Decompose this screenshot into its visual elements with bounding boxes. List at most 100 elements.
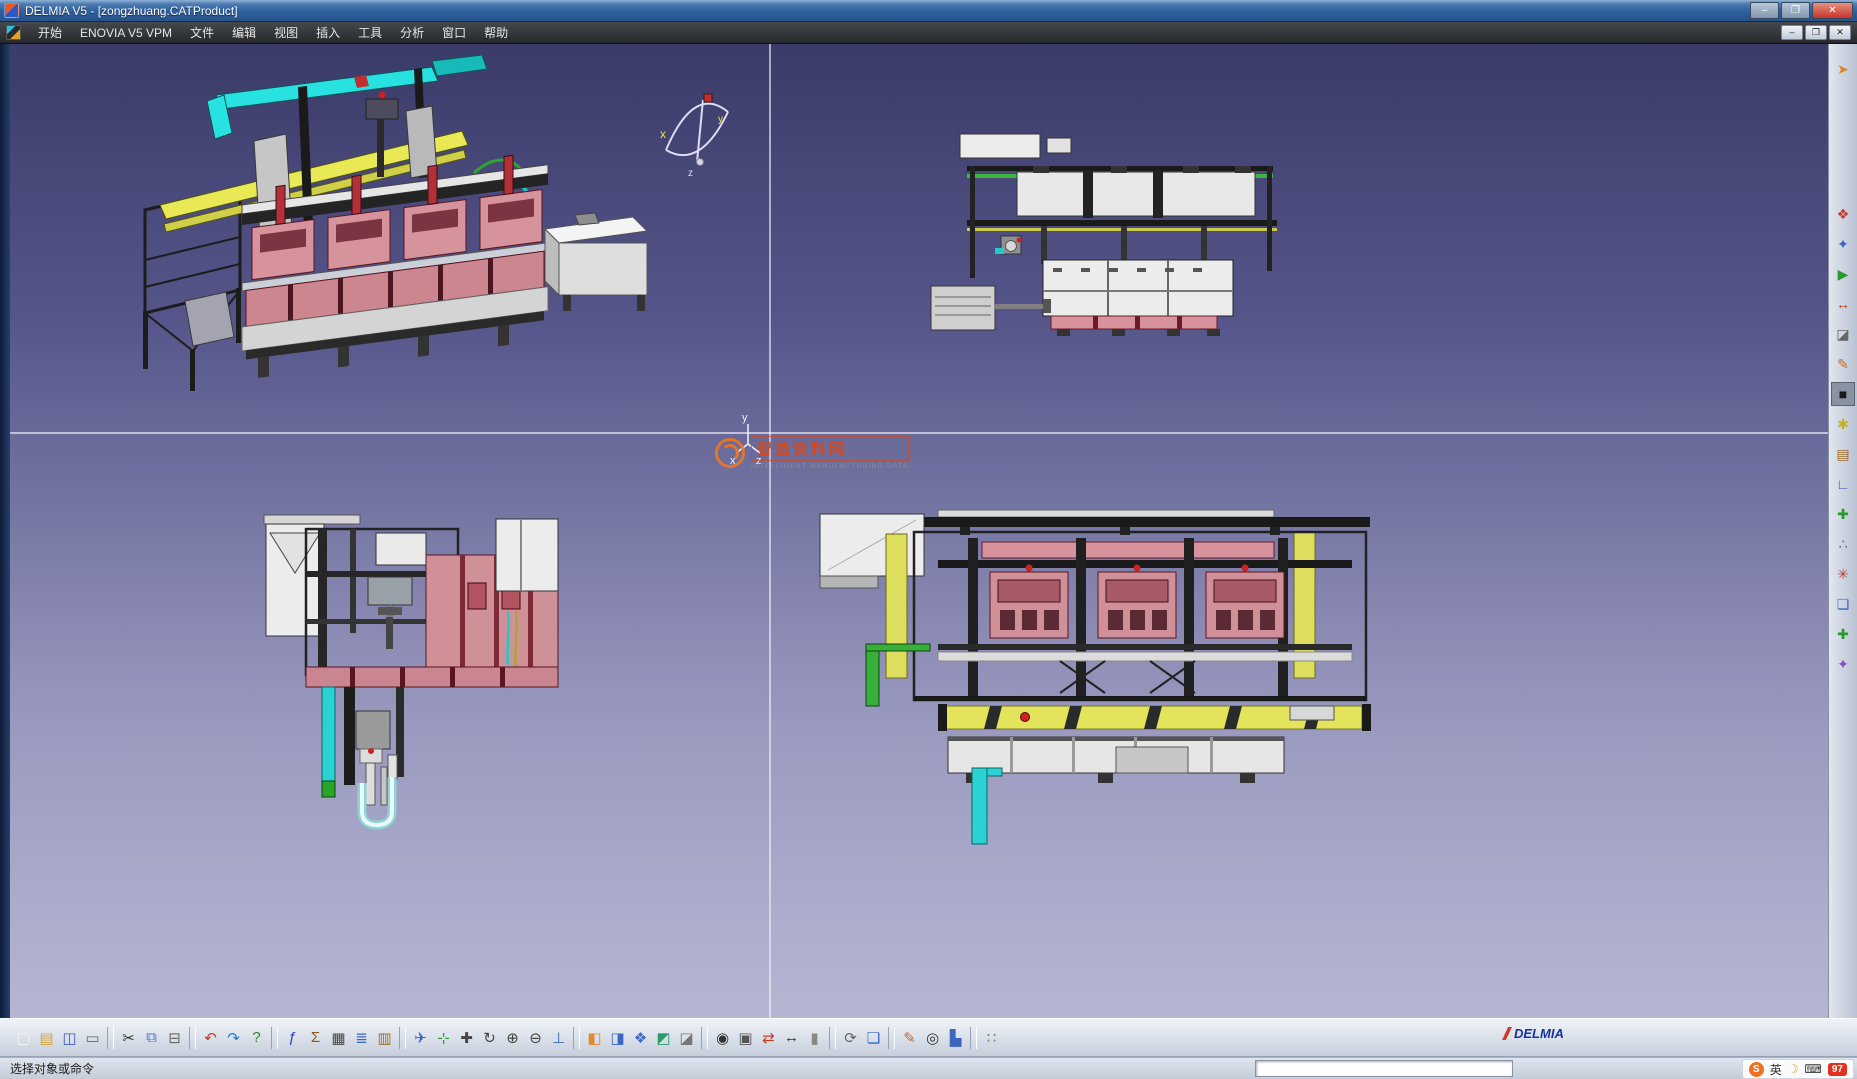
constraint-tool[interactable]: ∟ [1831, 472, 1855, 496]
measure-button[interactable]: ↔ [780, 1025, 803, 1051]
snap-tool[interactable]: ∴ [1831, 532, 1855, 556]
print-button[interactable]: ▭ [81, 1025, 104, 1051]
menu-item-tools[interactable]: 工具 [349, 21, 391, 44]
clash-tool[interactable]: ✱ [1831, 412, 1855, 436]
swap-visible-button[interactable]: ⇄ [757, 1025, 780, 1051]
document-close-button[interactable]: ✕ [1829, 25, 1851, 40]
catalog-tool[interactable]: ▤ [1831, 442, 1855, 466]
render-style-button[interactable]: ◩ [652, 1025, 675, 1051]
rotate-button[interactable]: ↻ [478, 1025, 501, 1051]
open-folder-button[interactable]: ▤ [35, 1025, 58, 1051]
svg-text:x: x [660, 127, 666, 141]
toolbar-separator [573, 1027, 580, 1049]
view-isometric[interactable] [143, 55, 647, 391]
ime-keyboard-icon[interactable]: ⌨ [1805, 1062, 1822, 1076]
delmia-logo: DELMIA [1502, 1026, 1564, 1041]
window-close-button[interactable]: ✕ [1812, 2, 1853, 19]
view-front-elevation[interactable] [820, 510, 1371, 844]
workbench-icon[interactable]: ❖ [1831, 202, 1855, 226]
layer-filter-button[interactable]: ❏ [862, 1025, 885, 1051]
right-toolbar: ➤ ❖ ✦ ▶ ↔ ◪ ✎ ■ ✱ ▤ ∟ ✚ ∴ ✳ ❏ ✚ ✦ [1828, 44, 1857, 1018]
isometric-view-button[interactable]: ◧ [583, 1025, 606, 1051]
move-tool[interactable]: ✚ [1831, 502, 1855, 526]
watermark-subtitle: INTELLIGENT MANUFACTURING DATA [751, 463, 909, 470]
menu-item-view[interactable]: 视图 [265, 21, 307, 44]
document-restore-button[interactable]: ❐ [1805, 25, 1827, 40]
command-input[interactable] [1255, 1060, 1513, 1077]
view-compass[interactable]: x y z [660, 94, 728, 179]
pan-button[interactable]: ✚ [455, 1025, 478, 1051]
menu-item-help[interactable]: 帮助 [475, 21, 517, 44]
robot-tool[interactable]: ✳ [1831, 562, 1855, 586]
active-tool[interactable]: ■ [1831, 382, 1855, 406]
layers-tool[interactable]: ❏ [1831, 592, 1855, 616]
svg-text:y: y [718, 114, 723, 125]
sogou-icon[interactable]: S [1749, 1062, 1764, 1077]
window-maximize-button[interactable]: ❐ [1781, 2, 1810, 19]
menu-item-file[interactable]: 文件 [181, 21, 223, 44]
select-tool[interactable]: ➤ [1831, 57, 1855, 81]
toolbar-separator [271, 1027, 278, 1049]
new-document-button[interactable]: ▢ [12, 1025, 35, 1051]
window-frame-left [0, 44, 10, 1018]
quick-view-button[interactable]: ◨ [606, 1025, 629, 1051]
notification-badge[interactable]: 97 [1828, 1063, 1847, 1076]
whats-this-button[interactable]: ? [245, 1025, 268, 1051]
hide-show-button[interactable]: ◪ [675, 1025, 698, 1051]
section-tool[interactable]: ◪ [1831, 322, 1855, 346]
workbench-menu-icon[interactable] [6, 25, 21, 40]
undo-button[interactable]: ↶ [199, 1025, 222, 1051]
grid-button[interactable]: ∷ [980, 1025, 1003, 1051]
cut-button[interactable]: ✂ [117, 1025, 140, 1051]
copy-button[interactable]: ⧉ [140, 1025, 163, 1051]
view-side-elevation[interactable] [264, 515, 558, 825]
fly-mode-button[interactable]: ✈ [409, 1025, 432, 1051]
menu-item-enovia[interactable]: ENOVIA V5 VPM [71, 23, 181, 43]
svg-text:y: y [742, 412, 748, 424]
product-structure-button[interactable]: ≣ [350, 1025, 373, 1051]
catalog-browser-button[interactable]: ▥ [373, 1025, 396, 1051]
zoom-in-button[interactable]: ⊕ [501, 1025, 524, 1051]
update-button[interactable]: ⟳ [839, 1025, 862, 1051]
machine-views-canvas: x y z y x z [10, 44, 1828, 1018]
normal-view-button[interactable]: ⊥ [547, 1025, 570, 1051]
formula-button[interactable]: ƒ [281, 1025, 304, 1051]
3d-viewport[interactable]: x y z y x z 智造资料网 INTELLIGENT MANUFACTUR… [10, 44, 1828, 1018]
analysis-tool[interactable]: ✚ [1831, 622, 1855, 646]
misc-tool[interactable]: ✦ [1831, 652, 1855, 676]
smart-pick-tool[interactable]: ✦ [1831, 232, 1855, 256]
zoom-out-button[interactable]: ⊖ [524, 1025, 547, 1051]
titlebar: DELMIA V5 - [zongzhuang.CATProduct] –❐✕ [0, 0, 1857, 22]
menu-item-edit[interactable]: 编辑 [223, 21, 265, 44]
ime-language-indicator[interactable]: 英 [1770, 1061, 1782, 1078]
measure-tool[interactable]: ↔ [1831, 292, 1855, 316]
knowledge-button[interactable]: Σ [304, 1025, 327, 1051]
menu-item-insert[interactable]: 插入 [307, 21, 349, 44]
menu-item-start[interactable]: 开始 [29, 21, 71, 44]
ime-skin-icon[interactable]: ☽ [1788, 1062, 1799, 1076]
watermark-title: 智造资料网 [751, 436, 909, 461]
status-message: 选择对象或命令 [10, 1060, 94, 1077]
design-table-button[interactable]: ▦ [327, 1025, 350, 1051]
menu-item-analysis[interactable]: 分析 [391, 21, 433, 44]
snapshot-button[interactable]: ▣ [734, 1025, 757, 1051]
camera-button[interactable]: ◉ [711, 1025, 734, 1051]
fit-all-in-button[interactable]: ⊹ [432, 1025, 455, 1051]
paste-button[interactable]: ⊟ [163, 1025, 186, 1051]
app-icon [4, 3, 19, 18]
toolbar-separator [829, 1027, 836, 1049]
toolbar-separator [888, 1027, 895, 1049]
view-rear-elevation[interactable] [931, 134, 1277, 336]
battery-button[interactable]: ▮ [803, 1025, 826, 1051]
paint-button[interactable]: ✎ [898, 1025, 921, 1051]
document-minimize-button[interactable]: – [1781, 25, 1803, 40]
save-button[interactable]: ◫ [58, 1025, 81, 1051]
redo-button[interactable]: ↷ [222, 1025, 245, 1051]
graph-button[interactable]: ▙ [944, 1025, 967, 1051]
simulation-tool[interactable]: ▶ [1831, 262, 1855, 286]
window-minimize-button[interactable]: – [1750, 2, 1779, 19]
target-button[interactable]: ◎ [921, 1025, 944, 1051]
annotate-tool[interactable]: ✎ [1831, 352, 1855, 376]
menu-item-window[interactable]: 窗口 [433, 21, 475, 44]
named-views-button[interactable]: ❖ [629, 1025, 652, 1051]
